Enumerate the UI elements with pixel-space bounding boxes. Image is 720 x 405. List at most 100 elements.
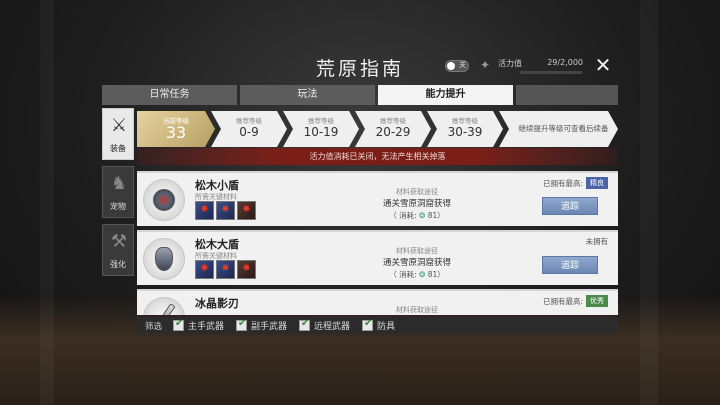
cost-prefix: （ 消耗:: [389, 270, 417, 279]
cost-prefix: （ 消耗:: [389, 211, 417, 220]
item-emblem: [143, 238, 185, 280]
energy-cost-icon: ❂: [419, 211, 426, 220]
side-tab-label: 宠物: [110, 202, 126, 211]
equipment-list[interactable]: 松木小盾 所需关键材料 ✸ ✸ ✸ 材料获取途径 通关雪原洞窟获得 （ 消耗: …: [137, 171, 618, 315]
side-tab-enhance[interactable]: ⚒ 强化: [102, 224, 134, 276]
level-stage-20-29[interactable]: 推荐等级 20-29: [355, 111, 431, 147]
checkbox[interactable]: ✔: [236, 318, 248, 331]
main-tabs: 日常任务 玩法 能力提升: [102, 85, 618, 105]
side-tabs: ⚔ 装备 ♞ 宠物 ⚒ 强化: [102, 108, 134, 282]
crystal-icon: ✸: [242, 204, 251, 215]
checkbox[interactable]: ✔: [299, 318, 311, 331]
close-icon: ✕: [594, 53, 612, 77]
list-item: 冰晶影刃 材料获取途径 已拥有最高: 优秀: [137, 289, 618, 315]
level-stage-label: 推荐等级: [236, 117, 262, 125]
check-icon: ✔: [238, 318, 247, 329]
energy-bar: [520, 71, 582, 74]
owned-label: 已拥有最高:: [542, 178, 583, 188]
tab-empty: [516, 85, 618, 105]
round-shield-icon: [153, 189, 175, 211]
level-more-text: 继续提升等级可查看后续备: [518, 124, 609, 133]
quality-badge: 精良: [586, 177, 608, 189]
page-title: 荒原指南: [315, 58, 404, 80]
owned-label: 未拥有: [585, 237, 609, 246]
current-level: 当前等级 33: [137, 111, 215, 147]
tab-daily-tasks[interactable]: 日常任务: [102, 85, 237, 105]
source-label: 材料获取途径: [396, 247, 438, 255]
energy-icon: ✦: [479, 58, 491, 72]
filter-ranged-weapon[interactable]: ✔ 远程武器: [299, 318, 351, 332]
material-slot[interactable]: ✸: [195, 201, 214, 220]
track-button[interactable]: 追踪: [542, 197, 598, 215]
level-stage-30-39[interactable]: 推荐等级 30-39: [427, 111, 503, 147]
tab-ability-boost[interactable]: 能力提升: [378, 85, 513, 105]
item-name: 松木小盾: [195, 179, 239, 192]
material-slot[interactable]: ✸: [237, 260, 256, 279]
crystal-icon: ✸: [242, 263, 251, 274]
energy-label: 活力值: [498, 59, 522, 68]
crystal-icon: ✸: [221, 263, 230, 274]
cost: （ 消耗: ❂ 81）: [347, 210, 487, 221]
current-level-value: 33: [165, 123, 187, 142]
side-tab-label: 装备: [110, 144, 126, 153]
check-icon: ✔: [175, 318, 184, 329]
source-label: 材料获取途径: [396, 306, 438, 314]
crystal-icon: ✸: [200, 204, 209, 215]
item-name: 冰晶影刃: [195, 297, 239, 310]
filter-armor[interactable]: ✔ 防具: [362, 318, 395, 332]
side-tab-equipment[interactable]: ⚔ 装备: [102, 108, 134, 160]
material-slot[interactable]: ✸: [195, 260, 214, 279]
sword-icon: ⚔: [110, 115, 128, 136]
checkbox[interactable]: ✔: [173, 318, 184, 331]
background-beam: [640, 0, 658, 405]
energy-toggle[interactable]: 关: [445, 60, 469, 72]
blade-icon: [152, 303, 176, 315]
tower-shield-icon: [155, 247, 173, 271]
energy-cost-icon: ❂: [419, 270, 426, 279]
filter-label: 筛选: [145, 322, 163, 332]
track-button[interactable]: 追踪: [542, 256, 598, 274]
filter-options: ✔ 主手武器 ✔ 副手武器 ✔ 远程武器 ✔ 防具: [173, 318, 395, 332]
list-item: 松木小盾 所需关键材料 ✸ ✸ ✸ 材料获取途径 通关雪原洞窟获得 （ 消耗: …: [137, 171, 618, 226]
level-stage-label: 推荐等级: [308, 117, 334, 125]
close-button[interactable]: ✕: [592, 54, 614, 76]
level-stage-range: 30-39: [447, 125, 483, 139]
cost-value: 81）: [427, 211, 445, 220]
material-slot[interactable]: ✸: [237, 201, 256, 220]
filter-bar: 筛选 ✔ 主手武器 ✔ 副手武器 ✔ 远程武器 ✔ 防具: [137, 317, 618, 334]
wolf-icon: ♞: [110, 173, 128, 194]
material-slot[interactable]: ✸: [216, 260, 235, 279]
level-stage-label: 推荐等级: [452, 117, 478, 125]
filter-option-label: 副手武器: [251, 322, 288, 332]
filter-option-label: 远程武器: [314, 322, 351, 332]
filter-off-weapon[interactable]: ✔ 副手武器: [236, 318, 288, 332]
level-stage-0-9[interactable]: 推荐等级 0-9: [211, 111, 287, 147]
item-name: 松木大盾: [195, 238, 239, 251]
filter-main-weapon[interactable]: ✔ 主手武器: [173, 318, 225, 332]
source-label: 材料获取途径: [396, 188, 438, 196]
side-tab-pet[interactable]: ♞ 宠物: [102, 166, 134, 218]
background-beam: [40, 0, 54, 405]
source-text: 通关雪原洞窟获得: [382, 199, 451, 209]
item-emblem: [143, 297, 185, 315]
toggle-label: 关: [459, 61, 466, 69]
level-stage-range: 0-9: [239, 125, 259, 139]
level-track: 当前等级 33 推荐等级 0-9 推荐等级 10-19 推荐等级 20-29 推…: [137, 111, 618, 147]
filter-option-label: 主手武器: [188, 322, 225, 332]
source-text: 通关雪原洞窟获得: [382, 258, 451, 268]
tab-gameplay[interactable]: 玩法: [240, 85, 375, 105]
material-slot[interactable]: ✸: [216, 201, 235, 220]
quality-badge: 优秀: [586, 295, 608, 307]
checkbox[interactable]: ✔: [362, 318, 374, 331]
check-icon: ✔: [364, 318, 373, 329]
level-stage-range: 20-29: [375, 125, 411, 139]
energy-value: 29/2,000: [547, 58, 583, 67]
title-bar: 荒原指南 关 ✦ 活力值 29/2,000 ✕: [100, 50, 620, 82]
level-stage-10-19[interactable]: 推荐等级 10-19: [283, 111, 359, 147]
level-stage-label: 推荐等级: [380, 117, 406, 125]
side-tab-label: 强化: [110, 260, 126, 269]
level-stage-more: 继续提升等级可查看后续备: [499, 111, 618, 147]
notice-banner: 活力值消耗已关闭，无法产生相关掉落: [137, 148, 618, 165]
owned-label: 已拥有最高:: [542, 296, 583, 306]
list-item: 松木大盾 所需关键材料 ✸ ✸ ✸ 材料获取途径 通关雪原洞窟获得 （ 消耗: …: [137, 230, 618, 285]
